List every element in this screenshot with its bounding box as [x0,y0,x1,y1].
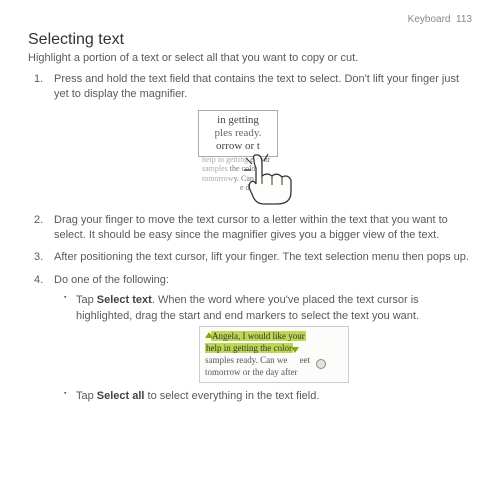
mag-line-1: in getting [203,114,273,127]
page-header: Keyboard 113 [28,14,472,25]
step-1: Press and hold the text field that conta… [28,72,472,103]
magnifier-box: in getting ples ready. orrow or t [198,110,278,157]
header-page: 113 [456,14,472,25]
fig2-post2: tomorrow or the day after [205,367,297,377]
select-text-label: Select text [97,294,152,306]
step-2: Drag your finger to move the text cursor… [28,213,472,244]
select-all-label: Select all [97,390,145,402]
fig2-pre: Angela, I would like your [211,331,306,341]
finger-icon [242,152,312,207]
header-section: Keyboard [408,14,451,25]
substeps-list: Tap Select text. When the word where you… [54,293,472,404]
substep-select-all: Tap Select all to select everything in t… [54,389,472,404]
steps-list: Press and hold the text field that conta… [28,72,472,103]
fig2-highlight: help in getting the color [205,343,293,353]
step-4: Do one of the following: Tap Select text… [28,273,472,404]
substep-select-text: Tap Select text. When the word where you… [54,293,472,382]
mag-line-2: ples ready. [203,127,273,140]
intro-text: Highlight a portion of a text or select … [28,51,472,66]
steps-list-cont: Drag your finger to move the text cursor… [28,213,472,404]
figure-magnifier: in getting ples ready. orrow or t help i… [180,110,320,205]
selection-start-marker-icon [205,332,213,338]
fig2-post1: samples ready. Can we [205,355,290,365]
section-title: Selecting text [28,31,472,49]
selection-end-marker-icon [291,347,299,353]
figure-selection: Angela, I would like your help in gettin… [199,326,349,383]
cursor-indicator-icon [316,359,326,369]
step-3: After positioning the text cursor, lift … [28,250,472,265]
